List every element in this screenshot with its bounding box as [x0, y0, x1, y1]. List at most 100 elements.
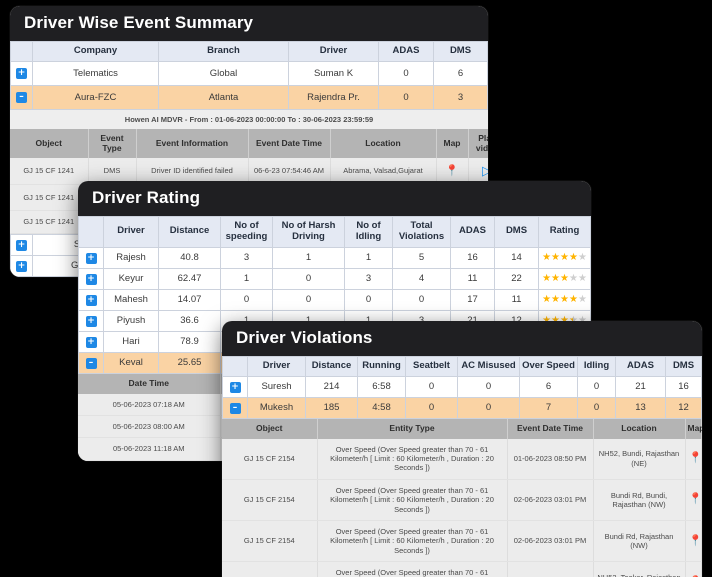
cell-dms: 16: [666, 376, 702, 397]
expand-icon[interactable]: +: [86, 253, 97, 264]
rating-col-adas: ADAS: [451, 217, 495, 248]
cell-speeding: 0: [221, 289, 273, 310]
cell-adas: 0: [379, 61, 434, 85]
row-expander-cell[interactable]: –: [79, 352, 104, 373]
cell-distance: 25.65: [159, 352, 221, 373]
cell-map[interactable]: 📍: [685, 562, 702, 577]
table-row[interactable]: + Rajesh 40.8 3 1 1 5 16 14 ★★★★★: [79, 247, 591, 268]
violations-col-running: Running: [358, 357, 406, 377]
detail-col-event-info: Event Information: [136, 129, 248, 159]
cell-dms: 11: [495, 289, 539, 310]
cell-object: GJ 15 CF 2154: [222, 520, 317, 561]
table-row[interactable]: + Suresh 214 6:58 0 0 6 0 21 16: [223, 376, 702, 397]
summary-col-company: Company: [33, 42, 159, 62]
violations-col-adas: ADAS: [616, 357, 666, 377]
rating-col-dms: DMS: [495, 217, 539, 248]
summary-header-row: Company Branch Driver ADAS DMS: [11, 42, 488, 62]
play-icon[interactable]: ▷: [482, 163, 488, 178]
expand-icon[interactable]: +: [86, 295, 97, 306]
cell-location: NH52, Teekar, Rajasthan (SW): [593, 562, 685, 577]
cell-company: Aura-FZC: [33, 85, 159, 109]
cell-entity-type: Over Speed (Over Speed greater than 70 -…: [317, 520, 507, 561]
summary-date-range-banner: Howen AI MDVR - From : 01-06-2023 00:00:…: [10, 110, 488, 129]
row-expander-cell[interactable]: +: [11, 234, 33, 255]
expand-icon[interactable]: +: [86, 274, 97, 285]
row-expander-cell[interactable]: +: [79, 289, 104, 310]
row-expander-cell[interactable]: +: [79, 310, 104, 331]
cell-entity-type: Over Speed (Over Speed greater than 70 -…: [317, 439, 507, 480]
violations-table: Driver Distance Running Seatbelt AC Misu…: [222, 356, 702, 419]
cell-driver: Suman K: [289, 61, 379, 85]
map-pin-icon[interactable]: 📍: [689, 535, 703, 547]
row-expander-cell[interactable]: +: [79, 268, 104, 289]
table-row[interactable]: + Keyur 62.47 1 0 3 4 11 22 ★★★★★: [79, 268, 591, 289]
row-expander-cell[interactable]: +: [11, 255, 33, 276]
summary-detail-header-row: Object Event Type Event Information Even…: [10, 129, 488, 159]
detail-col-event-type: Event Type: [88, 129, 136, 159]
cell-adas: 17: [451, 289, 495, 310]
rating-expander-col: [79, 217, 104, 248]
row-expander-cell[interactable]: +: [11, 61, 33, 85]
row-expander-cell[interactable]: +: [223, 376, 248, 397]
cell-driver: Keval: [104, 352, 159, 373]
rating-col-distance: Distance: [159, 217, 221, 248]
cell-seatbelt: 0: [406, 376, 458, 397]
cell-distance: 40.8: [159, 247, 221, 268]
map-pin-icon[interactable]: 📍: [445, 165, 459, 177]
cell-distance: 214: [306, 376, 358, 397]
detail-col-event-date: Event Date Time: [248, 129, 330, 159]
cell-date-time: 05-06-2023 08:00 AM: [78, 415, 220, 437]
cell-speeding: 1: [221, 268, 273, 289]
row-expander-cell[interactable]: –: [11, 85, 33, 109]
cell-dms: 14: [495, 247, 539, 268]
expand-icon[interactable]: +: [16, 240, 27, 251]
table-row[interactable]: + Telematics Global Suman K 0 6: [11, 61, 488, 85]
cell-adas: 21: [616, 376, 666, 397]
summary-expander-col: [11, 42, 33, 62]
cell-branch: Atlanta: [159, 85, 289, 109]
table-row[interactable]: – Aura-FZC Atlanta Rajendra Pr. 0 3: [11, 85, 488, 109]
table-row[interactable]: + Mahesh 14.07 0 0 0 0 17 11 ★★★★★: [79, 289, 591, 310]
rating-col-harsh: No of Harsh Driving: [273, 217, 345, 248]
panel-driver-violations: Driver Violations Driver Distance Runnin…: [222, 321, 702, 577]
cell-idling: 0: [578, 376, 616, 397]
cell-distance: 14.07: [159, 289, 221, 310]
cell-location: Bundi Rd, Rajasthan (NW): [593, 520, 685, 561]
detail-col-object: Object: [222, 419, 317, 439]
collapse-icon[interactable]: –: [16, 92, 27, 103]
expand-icon[interactable]: +: [230, 382, 241, 393]
expand-icon[interactable]: +: [86, 316, 97, 327]
collapse-icon[interactable]: –: [230, 403, 241, 414]
expand-icon[interactable]: +: [16, 261, 27, 272]
row-expander-cell[interactable]: –: [223, 397, 248, 418]
cell-map[interactable]: 📍: [685, 479, 702, 520]
row-expander-cell[interactable]: +: [79, 331, 104, 352]
table-row: GJ 15 CF 2154 Over Speed (Over Speed gre…: [222, 439, 702, 480]
summary-col-dms: DMS: [434, 42, 488, 62]
app-stage: Driver Wise Event Summary Company Branch…: [0, 0, 712, 577]
collapse-icon[interactable]: –: [86, 358, 97, 369]
star-rating: ★★★★★: [542, 252, 587, 263]
cell-map[interactable]: 📍: [685, 439, 702, 480]
detail-col-map: Map: [436, 129, 468, 159]
expand-icon[interactable]: +: [86, 337, 97, 348]
map-pin-icon[interactable]: 📍: [689, 493, 703, 505]
expand-icon[interactable]: +: [16, 68, 27, 79]
summary-col-branch: Branch: [159, 42, 289, 62]
cell-date-time: 05-06-2023 07:18 AM: [78, 394, 220, 416]
cell-location: NH52, Bundi, Rajasthan (NE): [593, 439, 685, 480]
map-pin-icon[interactable]: 📍: [689, 452, 703, 464]
cell-violations: 4: [393, 268, 451, 289]
violations-detail-table: Object Entity Type Event Date Time Locat…: [222, 419, 702, 577]
cell-distance: 78.9: [159, 331, 221, 352]
row-expander-cell[interactable]: +: [79, 247, 104, 268]
cell-over-speed: 7: [520, 397, 578, 418]
detail-col-entity-type: Entity Type: [317, 419, 507, 439]
cell-rating: ★★★★★: [539, 289, 591, 310]
cell-event-date: 02-06-2023 03:01 PM: [507, 479, 593, 520]
table-row[interactable]: – Mukesh 185 4:58 0 0 7 0 13 12: [223, 397, 702, 418]
violations-header-row: Driver Distance Running Seatbelt AC Misu…: [223, 357, 702, 377]
cell-map[interactable]: 📍: [685, 520, 702, 561]
cell-dms: 3: [434, 85, 488, 109]
violations-col-driver: Driver: [248, 357, 306, 377]
